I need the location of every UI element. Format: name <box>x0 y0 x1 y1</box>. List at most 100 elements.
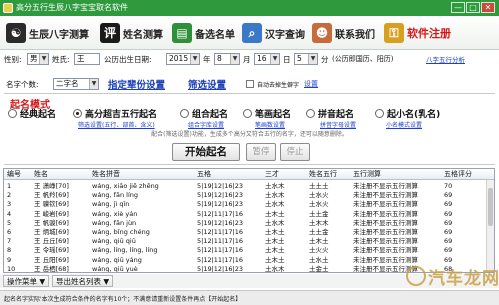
toolbar-shortlist-button[interactable]: ▤ 备选名单 <box>172 20 235 46</box>
toolbar-bazi-label: 生辰八字测算 <box>29 29 89 41</box>
year-unit: 年 <box>203 55 211 64</box>
maximize-button[interactable]: □ <box>466 2 480 13</box>
name-count-label: 名字个数: <box>6 80 39 89</box>
col-header-wuxing[interactable]: 姓名五行 <box>309 169 337 180</box>
toolbar-char-lookup-button[interactable]: ⌕ 汉字查询 <box>242 20 305 46</box>
watermark-mark <box>406 266 426 286</box>
toolbar-register-label: 软件注册 <box>407 27 451 40</box>
day-unit: 日 <box>283 55 291 64</box>
toolbar-bazi-button[interactable]: ☯ 生辰八字测算 <box>6 20 89 46</box>
operations-menu-button[interactable]: 操作菜单 ▼ <box>3 275 50 287</box>
search-icon: ⌕ <box>242 23 262 43</box>
col-header-no[interactable]: 编号 <box>7 169 21 180</box>
cell-name: 王 岳栖[68] <box>34 264 69 273</box>
naming-options-row: 名字个数: 二字名 ▼ 指定辈份设置 筛选设置 自动去掉生僻字 设置 <box>0 76 499 92</box>
toolbar-name-test-button[interactable]: 评 姓名测算 <box>100 20 163 46</box>
watermark-text: 汽车龙网 <box>428 269 499 289</box>
pinyin-settings-link[interactable]: 拼音字母设置 <box>320 120 356 129</box>
cell-no: 10 <box>7 264 16 273</box>
radio-button[interactable] <box>243 109 252 118</box>
toolbar-register-button[interactable]: ⚿ 软件注册 <box>384 20 451 46</box>
book-icon: 评 <box>100 23 120 43</box>
name-count-select[interactable]: 二字名 ▼ <box>53 78 99 90</box>
radio-button-selected[interactable] <box>73 109 82 118</box>
scrollbar-thumb[interactable] <box>488 188 493 226</box>
start-naming-button[interactable]: 开始起名 <box>172 143 240 161</box>
hour-select[interactable]: 5 ▼ <box>294 53 318 65</box>
radio-button[interactable] <box>375 109 384 118</box>
birth-info-row: 性别: 男 ▼ 姓氏: 王 公历出生日期: 2015 ▼ 年 8 ▼ 月 16 ▼ 日 … <box>0 52 499 66</box>
divider <box>4 164 495 165</box>
chevron-down-icon: ▼ <box>230 54 239 64</box>
results-table[interactable]: 编号 姓名 姓名拼音 五格 三才 姓名五行 五行测算 五格评分 1王 潇峥[70… <box>3 168 495 273</box>
lock-icon: ⚿ <box>384 23 404 43</box>
mode-option-combination[interactable]: 组合起名 <box>180 107 228 120</box>
watermark-logo: 汽车龙网 <box>404 260 499 296</box>
birth-date-label: 公历出生日期: <box>104 55 152 64</box>
radio-button[interactable] <box>8 109 17 118</box>
col-header-wuge[interactable]: 五格 <box>197 169 211 180</box>
month-unit: 月 <box>243 55 251 64</box>
col-header-pinyin[interactable]: 姓名拼音 <box>92 169 120 180</box>
stroke-settings-link[interactable]: 笔画数设置 <box>255 120 285 129</box>
mode-hint: 配合(筛选设置)功能，生成多个高分又符合五行的名字，还可以随意删除。 <box>151 131 348 138</box>
filter-settings-link[interactable]: 筛选设置 <box>188 77 226 91</box>
main-toolbar: ☯ 生辰八字测算 评 姓名测算 ▤ 备选名单 ⌕ 汉字查询 ☻ 联系我们 ⚿ 软… <box>0 16 499 50</box>
table-header: 编号 姓名 姓名拼音 五格 三才 姓名五行 五行测算 五格评分 <box>4 169 494 180</box>
status-text: 起名名字实际'本次生成符合条件的名字有10个；不满意请重新设置条件再点【开始起名… <box>4 296 242 303</box>
col-header-score[interactable]: 五格评分 <box>444 169 472 180</box>
chevron-down-icon: ▼ <box>190 54 199 64</box>
toolbar-char-lookup-label: 汉字查询 <box>265 29 305 41</box>
export-names-button[interactable]: 导出姓名列表 ▼ <box>52 275 114 287</box>
mode-option-high-score[interactable]: 高分超吉五行起名 <box>73 107 157 120</box>
chevron-down-icon: ▼ <box>308 54 317 64</box>
day-select[interactable]: 16 ▼ <box>254 53 280 65</box>
remove-rare-chars-checkbox[interactable] <box>246 80 254 88</box>
minimize-button[interactable]: — <box>451 2 465 13</box>
bazi-analysis-link[interactable]: 八字五行分析 <box>426 54 465 64</box>
radio-button[interactable] <box>306 109 315 118</box>
surname-label: 姓氏: <box>52 55 70 64</box>
mode-option-stroke[interactable]: 笔画起名 <box>243 107 291 120</box>
month-select[interactable]: 8 ▼ <box>214 53 240 65</box>
minute-unit: 分 <box>321 55 329 64</box>
cell-wuge: 5|19|12|16|23 <box>197 264 243 273</box>
year-select[interactable]: 2015 ▼ <box>166 53 200 65</box>
yin-yang-icon: ☯ <box>6 23 26 43</box>
combination-settings-link[interactable]: 组合字库设置 <box>188 120 224 129</box>
close-button[interactable]: ✕ <box>481 2 495 13</box>
mode-option-pinyin[interactable]: 拼音起名 <box>306 107 354 120</box>
nickname-settings-link[interactable]: 小名模式设置 <box>386 120 422 129</box>
contact-icon: ☻ <box>312 23 332 43</box>
divider <box>4 93 495 94</box>
mode-option-classic[interactable]: 经典起名 <box>8 107 56 120</box>
toolbar-shortlist-label: 备选名单 <box>195 29 235 41</box>
mode-option-nickname[interactable]: 起小名(乳名) <box>375 107 440 120</box>
gender-label: 性别: <box>4 55 22 64</box>
generation-setup-link[interactable]: 指定辈份设置 <box>108 77 165 91</box>
high-score-filter-link[interactable]: 筛选设置(五行、部首、含义) <box>78 120 155 129</box>
chevron-down-icon: ▼ <box>270 54 279 64</box>
surname-input[interactable]: 王 <box>74 53 100 65</box>
window-title: 高分五行生辰八字宝宝取名软件 <box>16 3 128 12</box>
title-bar: 高分五行生辰八字宝宝取名软件 — □ ✕ <box>0 0 499 16</box>
stop-button[interactable]: 停止 <box>280 143 310 161</box>
toolbar-contact-label: 联系我们 <box>335 29 375 41</box>
chevron-down-icon: ▼ <box>39 54 48 64</box>
list-icon: ▤ <box>172 23 192 43</box>
rare-chars-settings-link[interactable]: 设置 <box>304 79 318 89</box>
col-header-wuxing-calc[interactable]: 五行测算 <box>353 169 381 180</box>
pause-button[interactable]: 暂停 <box>246 143 276 161</box>
cell-pinyin: wáng, qiū yuè <box>92 264 138 273</box>
chevron-down-icon: ▼ <box>89 79 98 89</box>
col-header-sancai[interactable]: 三才 <box>265 169 279 180</box>
cell-wuxing: 土金土 <box>309 264 329 273</box>
cell-sancai: 土水木 <box>265 264 285 273</box>
gender-select[interactable]: 男 ▼ <box>27 53 49 65</box>
col-header-name[interactable]: 姓名 <box>34 169 48 180</box>
app-icon <box>3 3 13 13</box>
radio-button[interactable] <box>180 109 189 118</box>
remove-rare-chars-label: 自动去掉生僻字 <box>257 82 300 89</box>
calendar-note: (公历即国历、阳历) <box>332 55 394 63</box>
toolbar-contact-button[interactable]: ☻ 联系我们 <box>312 20 375 46</box>
